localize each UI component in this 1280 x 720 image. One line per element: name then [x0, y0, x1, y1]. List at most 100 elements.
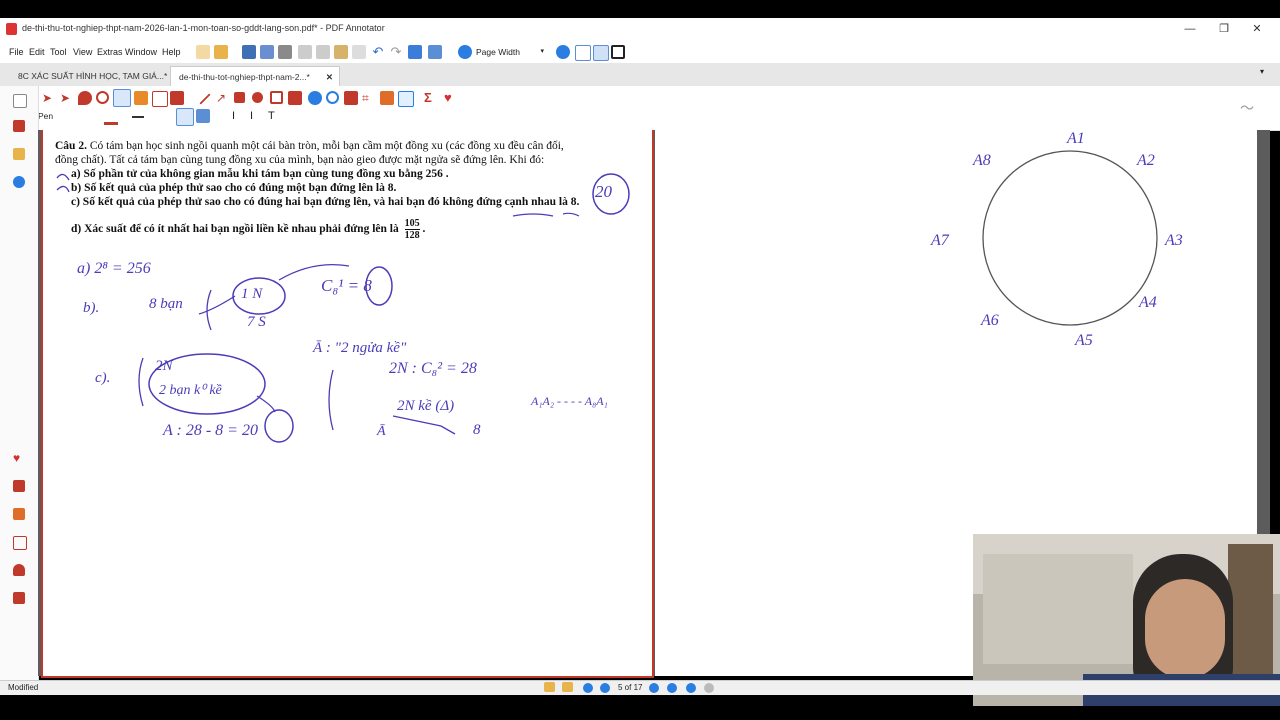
prev-page-icon[interactable] — [600, 683, 610, 693]
text-bold-icon[interactable]: I — [232, 109, 246, 123]
menu-help[interactable]: Help — [162, 47, 181, 57]
fullscreen-icon[interactable] — [611, 45, 625, 59]
b-label: b). — [83, 300, 100, 316]
stamp-favorite-icon[interactable] — [13, 564, 25, 576]
menu-window[interactable]: Window — [125, 47, 157, 57]
delete-icon[interactable] — [352, 45, 366, 59]
fit-width-icon[interactable] — [575, 45, 591, 61]
c-two-ban-label: 2 bạn k⁰ kề — [159, 383, 222, 398]
minimize-button[interactable]: — — [1176, 21, 1204, 38]
pen-label: Pen — [38, 111, 54, 121]
paste-icon[interactable] — [334, 45, 348, 59]
back-icon[interactable] — [686, 683, 696, 693]
undo-icon[interactable]: ↶ — [371, 45, 385, 59]
line-icon[interactable] — [199, 93, 211, 105]
pen-sidebar-icon[interactable] — [13, 120, 25, 132]
image-icon[interactable] — [398, 91, 414, 107]
binoculars-icon[interactable] — [408, 45, 422, 59]
c-comb-label: 2N : C₈² = 28 — [389, 360, 477, 377]
select-arrow-icon[interactable]: ➤ — [42, 91, 56, 105]
label-a7: A7 — [931, 232, 949, 249]
heart-icon[interactable]: ♥ — [444, 91, 458, 105]
select-text-icon[interactable]: ➤ — [60, 91, 74, 105]
camera-icon[interactable] — [344, 91, 358, 105]
menu-bar: File Edit Tool View Extras Window Help ↶… — [0, 41, 1280, 63]
pdf-page-left[interactable]: Câu 2. Có tám bạn học sinh ngồi quanh mộ… — [41, 130, 654, 678]
save-icon[interactable] — [242, 45, 256, 59]
highlighter-favorite-icon[interactable] — [13, 508, 25, 520]
eraser-icon[interactable] — [380, 91, 394, 105]
folder-icon[interactable] — [13, 148, 25, 160]
line-width-swatch[interactable] — [132, 116, 144, 118]
forward-icon[interactable] — [704, 683, 714, 693]
marker-favorite-icon[interactable] — [13, 592, 25, 604]
next-page-icon[interactable] — [649, 683, 659, 693]
text-italic-icon[interactable]: I — [250, 109, 264, 123]
sigma-icon[interactable]: Σ — [424, 91, 438, 105]
menu-file[interactable]: File — [9, 47, 24, 57]
cut-icon[interactable] — [298, 45, 312, 59]
wave-icon: 〜 — [1240, 100, 1254, 116]
rectangle-icon[interactable] — [234, 92, 245, 103]
tab-list-chevron-icon[interactable]: ▾ — [1260, 67, 1264, 76]
save-as-icon[interactable] — [260, 45, 274, 59]
zoom-in-icon[interactable] — [556, 45, 570, 59]
c-eight-label: 8 — [473, 422, 481, 438]
arrow-icon[interactable]: ↗ — [216, 91, 230, 105]
link-stroke — [256, 395, 276, 413]
folder-status-icon[interactable] — [544, 682, 555, 692]
textbox-icon[interactable] — [152, 91, 168, 107]
close-tab-icon[interactable]: ✕ — [326, 67, 333, 87]
bookmark-status-icon[interactable] — [562, 682, 573, 692]
crop-icon[interactable]: ⌗ — [362, 91, 376, 105]
pen-color-swatch[interactable] — [104, 110, 118, 125]
pen-tool-icon[interactable] — [113, 89, 131, 107]
tab-de-thi[interactable]: de-thi-thu-tot-nghiep-thpt-nam-2...* ✕ — [170, 66, 340, 87]
comment-icon[interactable] — [326, 91, 339, 104]
menu-extras[interactable]: Extras — [97, 47, 123, 57]
ellipse-icon[interactable] — [252, 92, 263, 103]
paperclip-icon[interactable] — [13, 176, 25, 188]
c-adj-label: 2N kề (Δ) — [397, 398, 455, 414]
round-table-circle — [982, 150, 1158, 326]
new-icon[interactable] — [196, 45, 210, 59]
redo-icon[interactable]: ↷ — [389, 45, 403, 59]
page-indicator[interactable]: 5 of 17 — [618, 683, 642, 692]
text-strike-icon[interactable]: T — [268, 109, 282, 123]
result-arrow — [392, 415, 456, 435]
print-icon[interactable] — [278, 45, 292, 59]
last-page-icon[interactable] — [667, 683, 677, 693]
zoom-out-icon[interactable] — [458, 45, 472, 59]
zoom-mode-select[interactable]: Page Width ▾ — [476, 45, 546, 59]
first-page-icon[interactable] — [583, 683, 593, 693]
fit-page-icon[interactable] — [593, 45, 609, 61]
marker-icon[interactable] — [134, 91, 148, 105]
hand-icon[interactable] — [78, 91, 92, 105]
snapshot-icon[interactable] — [288, 91, 302, 105]
b-eight-label: 8 bạn — [149, 296, 183, 312]
stamp-icon[interactable] — [170, 91, 184, 105]
copy-icon[interactable] — [316, 45, 330, 59]
tab-xac-suat[interactable]: 8C XÁC SUẤT HÌNH HỌC, TAM GIÁ...* — [10, 66, 175, 86]
smoothing-icon[interactable] — [196, 109, 210, 123]
link-icon[interactable] — [308, 91, 322, 105]
open-icon[interactable] — [214, 45, 228, 59]
polygon-icon[interactable] — [270, 91, 283, 104]
magnifier-icon[interactable] — [96, 91, 109, 104]
close-window-button[interactable]: ✕ — [1243, 21, 1271, 38]
app-icon — [6, 23, 17, 35]
layout-icon[interactable] — [428, 45, 442, 59]
c-a1a2-label: A₁A₂ - - - - A₈A₁ — [531, 394, 608, 408]
pages-icon[interactable] — [13, 94, 27, 108]
menu-tool[interactable]: Tool — [50, 47, 67, 57]
c-two-n-label: 2N — [155, 358, 173, 374]
menu-edit[interactable]: Edit — [29, 47, 45, 57]
menu-view[interactable]: View — [73, 47, 92, 57]
textbox-favorite-icon[interactable] — [13, 536, 27, 550]
restore-button[interactable]: ❐ — [1210, 21, 1238, 38]
freehand-mode-icon[interactable] — [176, 108, 194, 126]
favorites-heart-icon[interactable]: ♥ — [13, 452, 25, 464]
c-answer-label: 20 — [595, 182, 612, 201]
pen-favorite-icon[interactable] — [13, 480, 25, 492]
label-a5: A5 — [1075, 332, 1093, 349]
